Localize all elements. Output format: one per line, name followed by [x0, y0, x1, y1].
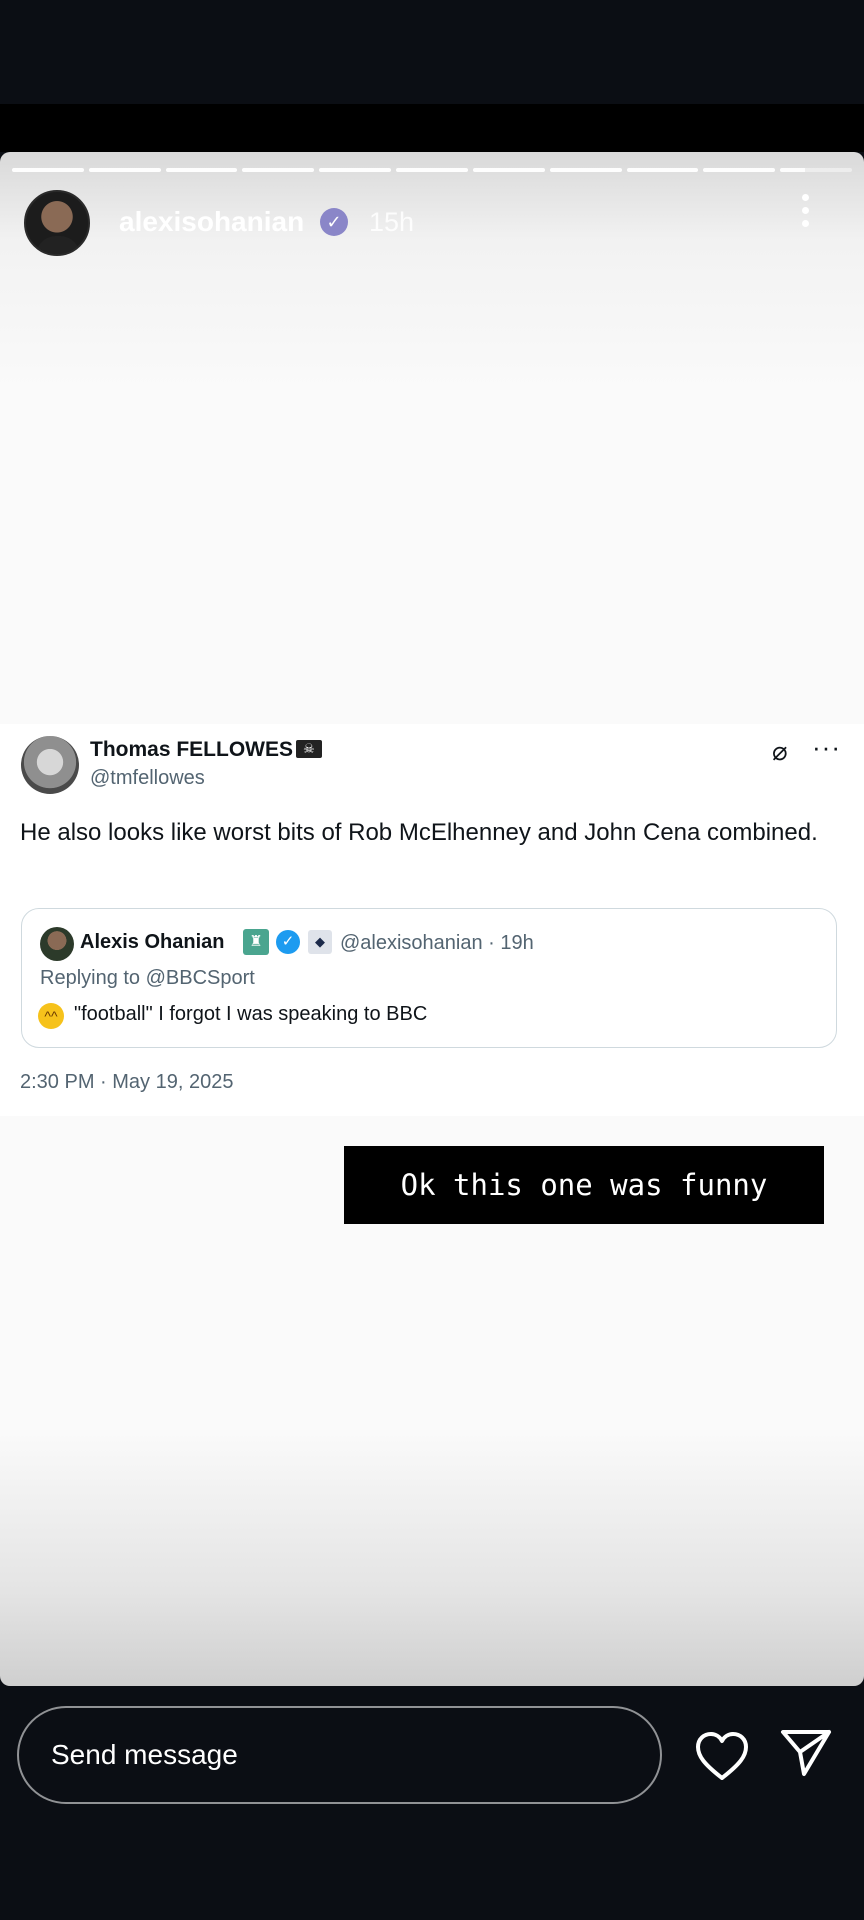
progress-segment	[472, 168, 545, 172]
progress-segment	[626, 168, 699, 172]
progress-segment	[319, 168, 392, 172]
tweet-author-name: Thomas FELLOWES	[90, 738, 294, 761]
quote-text: "football" I forgot I was speaking to BB…	[74, 1003, 428, 1025]
quote-author-name: Alexis Ohanian	[80, 931, 225, 953]
story-time: 15h	[369, 207, 415, 237]
laughing-emoji-icon: ^^	[38, 1003, 64, 1029]
pirate-flag-icon: ☠	[296, 740, 322, 758]
status-bar-area	[0, 0, 864, 104]
quoted-tweet: Alexis Ohanian ♜ ✓ ◆ @alexisohanian · 19…	[21, 908, 837, 1048]
story-reply-bar	[0, 1686, 864, 1920]
progress-segment	[242, 168, 315, 172]
tweet-author-avatar	[21, 736, 79, 794]
tweet-author-handle: @tmfellowes	[90, 767, 205, 789]
send-message-input[interactable]	[17, 1706, 662, 1804]
progress-segment	[12, 168, 84, 172]
statue-of-liberty-icon: ♜	[243, 929, 269, 955]
story-progress-bar	[12, 168, 852, 172]
verified-badge-icon: ✓	[320, 208, 348, 236]
top-spacer	[0, 104, 864, 152]
story-caption: Ok this one was funny	[344, 1146, 824, 1224]
send-icon[interactable]	[780, 1728, 832, 1778]
story-header: alexisohanian ✓ 15h	[24, 190, 840, 260]
progress-segment	[703, 168, 776, 172]
more-horizontal-icon: ···	[812, 732, 841, 762]
tweet-text: He also looks like worst bits of Rob McE…	[20, 819, 818, 846]
grok-icon: ⌀	[772, 736, 788, 766]
more-vertical-icon[interactable]	[798, 194, 812, 234]
progress-segment-current	[780, 168, 852, 172]
replying-to: Replying to @BBCSport	[40, 967, 255, 989]
avatar[interactable]	[24, 190, 90, 256]
tweet-screenshot: Thomas FELLOWES ☠ @tmfellowes ⌀ ··· He a…	[0, 724, 864, 1116]
story-viewer[interactable]: alexisohanian ✓ 15h Thomas FELLOWES ☠ @t…	[0, 152, 864, 1686]
progress-segment	[549, 168, 622, 172]
tweet-timestamp: 2:30 PM · May 19, 2025	[20, 1071, 234, 1093]
verified-badge-icon: ✓	[276, 930, 300, 954]
story-username[interactable]: alexisohanian	[119, 206, 304, 238]
quote-author-meta: @alexisohanian · 19h	[340, 932, 534, 954]
heart-icon[interactable]	[694, 1730, 750, 1782]
team-logo-icon: ◆	[308, 930, 332, 954]
progress-segment	[396, 168, 468, 172]
progress-segment	[88, 168, 161, 172]
progress-segment	[165, 168, 238, 172]
quote-author-avatar	[40, 927, 74, 961]
